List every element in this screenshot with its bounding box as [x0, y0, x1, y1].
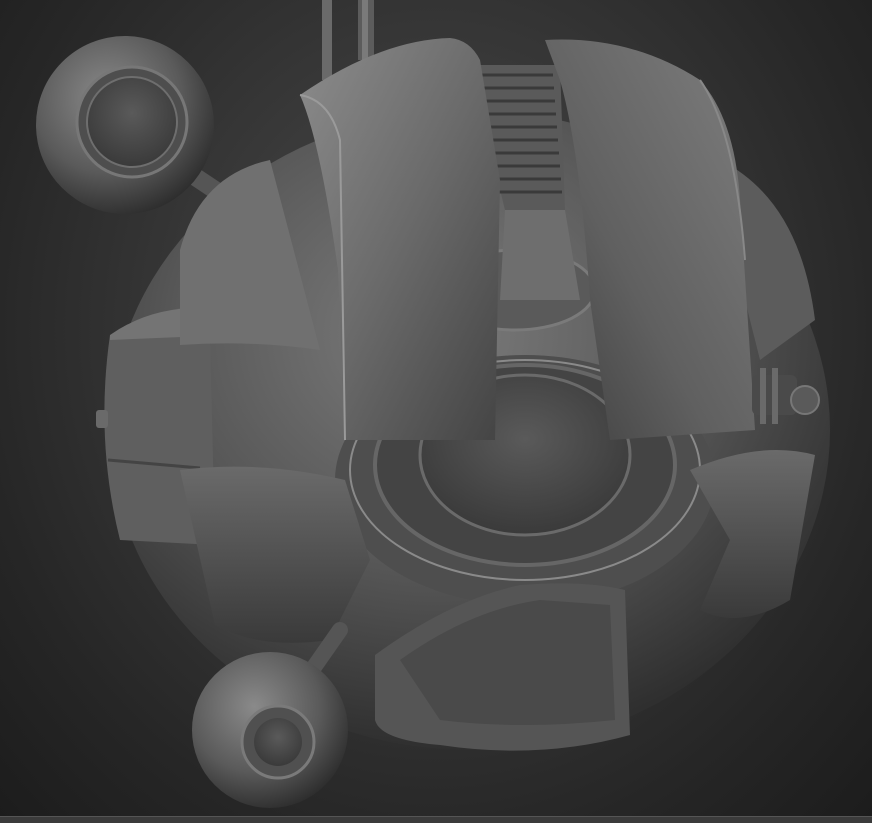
robot-render: [36, 0, 830, 808]
upper-sensor-pod: [36, 36, 239, 214]
3d-viewport[interactable]: [0, 0, 872, 823]
bottom-status-strip: [0, 816, 872, 823]
lower-sensor-pod: [192, 622, 348, 808]
